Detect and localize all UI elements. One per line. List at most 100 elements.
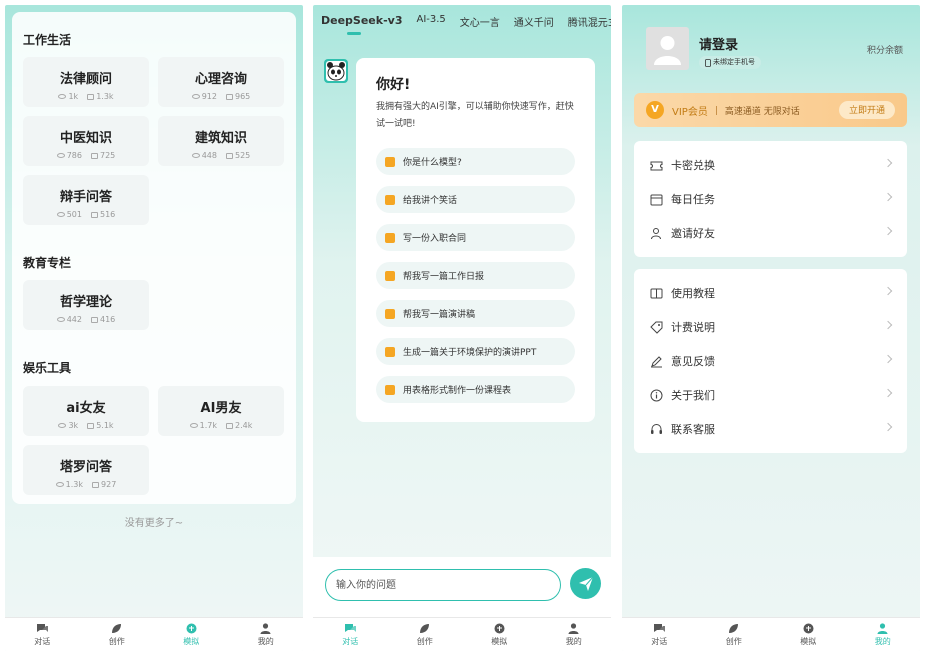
calendar-icon [650,194,663,205]
model-tab-deepseek[interactable]: DeepSeek-v3 [321,14,402,29]
tile-debate[interactable]: 辩手问答 501 516 [23,175,149,225]
suggestion-item[interactable]: 用表格形式制作一份课程表 [376,376,575,403]
menu-item-daily-task[interactable]: 每日任务 [634,182,907,216]
eye-icon [191,153,200,158]
login-link[interactable]: 请登录 [699,34,738,53]
default-avatar-icon [654,36,681,65]
comment-icon [226,152,233,159]
tab-mine[interactable]: 我的 [537,618,612,651]
tile-title: 哲学理论 [59,295,112,310]
tab-simulate[interactable]: 模拟 [771,618,846,651]
menu-item-redeem[interactable]: 卡密兑换 [634,148,907,182]
leaf-icon [112,623,122,633]
tab-mine[interactable]: 我的 [229,618,304,651]
tile-legal[interactable]: 法律顾问 1k 1.3k [23,57,149,107]
suggestion-item[interactable]: 帮我写一篇演讲稿 [376,300,575,327]
model-tab-hunyuan[interactable]: 腾讯混元3.5 [568,14,611,29]
tile-tcm[interactable]: 中医知识 786 725 [23,116,149,166]
eye-icon [58,423,67,428]
comment-icon [226,93,233,100]
menu-item-tutorial[interactable]: 使用教程 [634,276,907,310]
user-icon [877,622,888,634]
comment-count: 5.1k [96,421,114,430]
menu-label: 使用教程 [671,287,715,300]
tab-chat[interactable]: 对话 [313,618,388,651]
menu-label: 每日任务 [671,193,715,206]
tile-psych[interactable]: 心理咨询 912 965 [158,57,284,107]
tile-title: 建筑知识 [194,131,247,146]
note-icon [385,270,395,281]
tab-create[interactable]: 创作 [388,618,463,651]
tab-label: 创作 [416,636,433,646]
brain-icon [494,623,505,633]
view-count: 1.3k [65,480,84,489]
bind-phone-badge[interactable]: 未绑定手机号 [699,56,761,69]
view-count: 1k [68,92,79,101]
tab-simulate[interactable]: 模拟 [154,618,229,651]
tile-tarot[interactable]: 塔罗问答 1.3k 927 [23,445,149,495]
chat-icon [36,623,48,632]
suggestion-item[interactable]: 你是什么模型? [376,148,575,175]
menu-item-feedback[interactable]: 意见反馈 [634,344,907,378]
open-vip-button[interactable]: 立即开通 [838,101,895,119]
menu-label: 联系客服 [671,423,715,436]
tile-title: 心理咨询 [194,72,247,87]
tab-label: 创作 [725,636,742,646]
avatar[interactable] [646,27,689,70]
tab-simulate[interactable]: 模拟 [462,618,537,651]
menu-item-billing[interactable]: 计费说明 [634,310,907,344]
question-input[interactable] [325,569,561,601]
tab-chat[interactable]: 对话 [622,618,697,651]
comment-icon [226,422,233,429]
note-icon [385,156,395,167]
intro-text: 我拥有强大的AI引擎，可以辅助你快速写作，赶快试一试吧! [376,102,574,129]
paper-plane-icon [578,576,593,591]
tab-chat[interactable]: 对话 [5,618,80,651]
tile-ai-boyfriend[interactable]: AI男友 1.7k 2.4k [158,386,284,436]
suggestion-item[interactable]: 给我讲个笑话 [376,186,575,213]
menu-item-invite[interactable]: 邀请好友 [634,216,907,250]
tab-label: 我的 [874,636,891,646]
section-title-fun: 娱乐工具 [23,361,72,375]
model-tab-tongyi[interactable]: 通义千问 [514,14,554,29]
model-tab-wenxin[interactable]: 文心一言 [460,14,500,29]
suggestion-text: 你是什么模型? [403,158,462,168]
vip-banner[interactable]: V VIP会员 高速通道 无限对话 立即开通 [634,93,907,127]
tab-label: 对话 [342,636,359,646]
tile-title: 塔罗问答 [59,460,112,475]
comment-count: 965 [235,92,251,101]
menu-label: 意见反馈 [671,355,715,368]
chevron-right-icon [883,226,893,236]
suggestion-text: 写一份入职合同 [403,234,467,244]
suggestion-text: 给我讲个笑话 [403,196,458,206]
menu-item-support[interactable]: 联系客服 [634,412,907,446]
suggestion-item[interactable]: 帮我写一篇工作日报 [376,262,575,289]
welcome-card: 你好! 我拥有强大的AI引擎，可以辅助你快速写作，赶快试一试吧! 你是什么模型?… [356,58,595,422]
comment-count: 416 [100,315,116,324]
brain-icon [186,623,197,633]
model-tab-ai35[interactable]: AI-3.5 [416,14,445,29]
tile-title: 法律顾问 [59,72,112,87]
tile-philosophy[interactable]: 哲学理论 442 416 [23,280,149,330]
send-button[interactable] [570,568,601,599]
tab-create[interactable]: 创作 [697,618,772,651]
tag-icon [650,321,663,334]
pen-icon [651,355,662,367]
tile-ai-girlfriend[interactable]: ai女友 3k 5.1k [23,386,149,436]
comment-count: 516 [100,210,116,219]
suggestion-text: 生成一篇关于环境保护的演讲PPT [403,348,537,358]
menu-label: 计费说明 [671,321,715,334]
eye-icon [189,423,198,428]
points-balance[interactable]: 积分余额 [867,43,903,56]
tab-label: 模拟 [800,636,817,646]
divider [715,105,717,115]
tab-create[interactable]: 创作 [80,618,155,651]
comment-count: 1.3k [96,92,114,101]
tile-arch[interactable]: 建筑知识 448 525 [158,116,284,166]
user-icon [568,622,579,634]
menu-item-about[interactable]: 关于我们 [634,378,907,412]
suggestion-item[interactable]: 生成一篇关于环境保护的演讲PPT [376,338,575,365]
tab-mine[interactable]: 我的 [846,618,921,651]
view-count: 448 [201,151,217,160]
suggestion-item[interactable]: 写一份入职合同 [376,224,575,251]
